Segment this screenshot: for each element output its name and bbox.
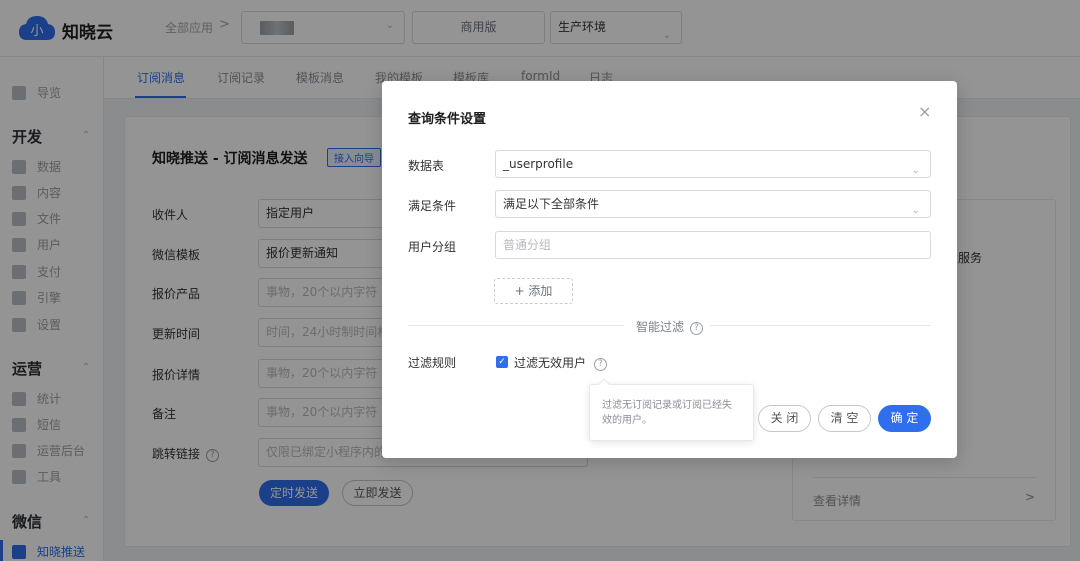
data-table-select[interactable]: _userprofile ⌄ [495, 150, 931, 178]
filter-invalid-users-checkbox[interactable]: ✓ [496, 356, 508, 368]
smart-filter-heading: 智能过滤? [636, 318, 704, 335]
data-table-value: _userprofile [503, 157, 574, 171]
filter-check-label: 过滤无效用户? [514, 354, 608, 371]
data-table-label: 数据表 [408, 159, 445, 173]
filter-tooltip: 过滤无订阅记录或订阅已经失效的用户。 [589, 378, 754, 441]
smart-filter-label: 智能过滤 [636, 320, 685, 334]
dialog-title: 查询条件设置 [408, 112, 487, 127]
close-button[interactable]: 关 闭 [758, 405, 811, 432]
clear-button[interactable]: 清 空 [818, 405, 871, 432]
condition-value: 满足以下全部条件 [503, 197, 600, 211]
help-icon[interactable]: ? [690, 322, 704, 335]
confirm-button[interactable]: 确 定 [878, 405, 931, 432]
close-icon[interactable]: × [918, 102, 931, 121]
condition-select[interactable]: 满足以下全部条件 ⌄ [495, 190, 931, 218]
divider [408, 325, 624, 326]
chevron-down-icon: ⌄ [911, 205, 920, 216]
help-icon[interactable]: ? [594, 358, 608, 371]
condition-label: 满足条件 [408, 199, 457, 213]
filter-rule-label: 过滤规则 [408, 356, 457, 370]
divider [710, 325, 931, 326]
tooltip-arrow [598, 378, 610, 390]
query-condition-dialog: 查询条件设置 × 数据表 _userprofile ⌄ 满足条件 满足以下全部条… [382, 81, 957, 458]
tooltip-text: 过滤无订阅记录或订阅已经失效的用户。 [602, 400, 732, 426]
user-group-input[interactable]: 普通分组 [495, 231, 931, 259]
chevron-down-icon: ⌄ [911, 165, 920, 176]
add-button[interactable]: + 添加 [494, 278, 573, 304]
filter-invalid-users-label: 过滤无效用户 [514, 356, 587, 370]
user-group-label: 用户分组 [408, 240, 457, 254]
